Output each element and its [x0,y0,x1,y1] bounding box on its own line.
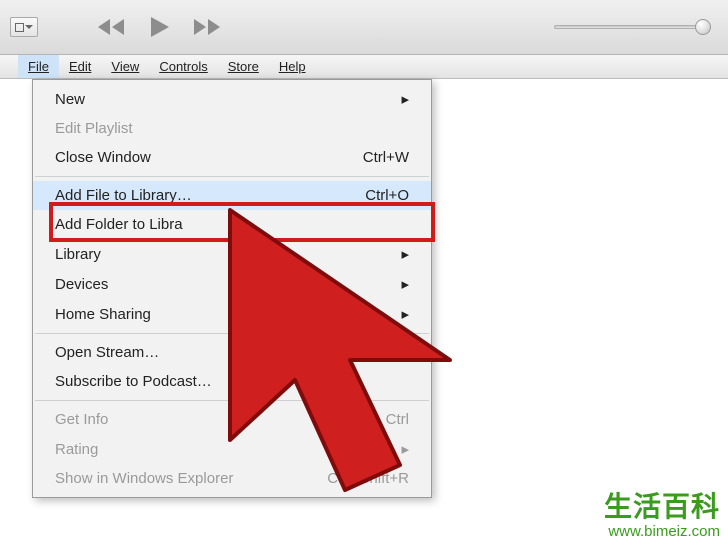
previous-icon[interactable] [97,17,127,37]
menu-item-label: Get Info [55,411,108,428]
transport-controls [97,15,223,39]
player-toolbar [0,0,728,55]
submenu-arrow-icon: ▸ [401,305,409,323]
shortcut-label: Ctrl+W [363,149,409,166]
menu-item-label: New [55,91,85,108]
watermark-url: www.bimeiz.com [604,523,720,540]
submenu-arrow-icon: ▸ [401,440,409,458]
menu-item-label: Open Stream… [55,344,159,361]
shortcut-label: Ctrl [386,411,409,428]
menu-view[interactable]: View [101,55,149,78]
menu-separator [35,176,429,177]
menu-item-label: Add Folder to Libra [55,216,183,233]
menu-item-show-explorer: Show in Windows Explorer Ctrl+Shift+R [33,464,431,493]
volume-slider[interactable] [554,25,704,29]
volume-thumb[interactable] [695,19,711,35]
menu-item-edit-playlist: Edit Playlist [33,114,431,143]
menu-item-label: Add File to Library… [55,187,192,204]
menubar: File Edit View Controls Store Help [0,55,728,79]
menu-item-label: Library [55,246,101,263]
submenu-arrow-icon: ▸ [401,90,409,108]
menu-item-close-window[interactable]: Close Window Ctrl+W [33,143,431,172]
menu-item-label: Edit Playlist [55,120,133,137]
menu-item-label: Close Window [55,149,151,166]
submenu-arrow-icon: ▸ [401,275,409,293]
menu-item-get-info: Get Info Ctrl [33,405,431,434]
menu-item-label: Show in Windows Explorer [55,470,233,487]
file-menu-dropdown: New ▸ Edit Playlist Close Window Ctrl+W … [32,79,432,498]
menu-item-label: Home Sharing [55,306,151,323]
menu-item-add-folder[interactable]: Add Folder to Libra [33,210,431,239]
menu-item-label: Rating [55,441,98,458]
watermark: 生活百科 www.bimeiz.com [604,485,720,540]
menu-help[interactable]: Help [269,55,316,78]
shortcut-label: Ctrl+O [365,187,409,204]
menu-edit[interactable]: Edit [59,55,101,78]
submenu-arrow-icon: ▸ [401,245,409,263]
menu-store[interactable]: Store [218,55,269,78]
menu-item-label: Subscribe to Podcast… [55,373,212,390]
menu-item-rating: Rating ▸ [33,434,431,464]
play-icon[interactable] [149,15,171,39]
menu-controls[interactable]: Controls [149,55,217,78]
menu-separator [35,333,429,334]
watermark-title: 生活百科 [604,485,720,525]
menu-file[interactable]: File [18,55,59,78]
menu-item-subscribe-podcast[interactable]: Subscribe to Podcast… [33,367,431,396]
menu-item-add-file[interactable]: Add File to Library… Ctrl+O [33,181,431,210]
menu-item-label: Devices [55,276,108,293]
shortcut-label: Ctrl+Shift+R [327,470,409,487]
menu-item-new[interactable]: New ▸ [33,84,431,114]
window-layout-button[interactable] [10,17,38,37]
menu-item-library[interactable]: Library ▸ [33,239,431,269]
menu-item-devices[interactable]: Devices ▸ [33,269,431,299]
menu-item-home-sharing[interactable]: Home Sharing ▸ [33,299,431,329]
next-icon[interactable] [193,17,223,37]
menu-item-open-stream[interactable]: Open Stream… [33,338,431,367]
menu-separator [35,400,429,401]
